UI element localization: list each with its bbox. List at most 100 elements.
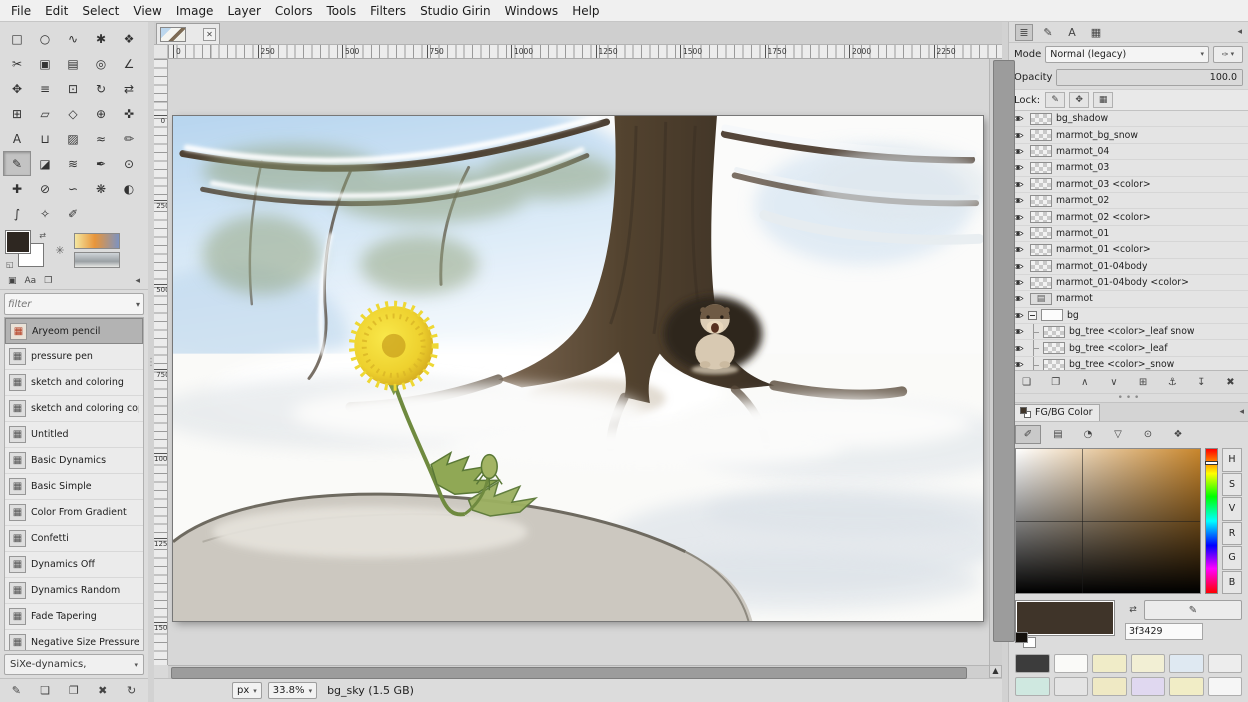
layer-row[interactable]: ▤ bg: [1009, 308, 1248, 324]
layer-name[interactable]: marmot_bg_snow: [1056, 130, 1138, 141]
tab-wheel-selector[interactable]: ▽: [1105, 425, 1131, 444]
heal-tool[interactable]: ✚: [3, 176, 31, 201]
unit-select[interactable]: px ▾: [232, 682, 262, 699]
paintbrush-tool[interactable]: ✎: [3, 151, 31, 176]
eraser-tool[interactable]: ◪: [31, 151, 59, 176]
dock-tab-fonts[interactable]: A: [1063, 24, 1081, 41]
layer-thumbnail[interactable]: [1030, 195, 1052, 207]
navigation-button[interactable]: ▲: [989, 665, 1002, 678]
color-picker-tool[interactable]: ✧: [31, 201, 59, 226]
dock-collapse-icon[interactable]: ◂: [135, 276, 140, 286]
warp-transform-tool[interactable]: ≈: [87, 126, 115, 151]
ellipse-select-tool[interactable]: ○: [31, 26, 59, 51]
layer-name[interactable]: bg_tree <color>_leaf snow: [1069, 326, 1195, 337]
layer-name[interactable]: bg_tree <color>_leaf: [1069, 343, 1168, 354]
lower-layer-button[interactable]: ∨: [1103, 373, 1125, 391]
layer-name[interactable]: marmot_03: [1056, 162, 1109, 173]
canvas-image[interactable]: [173, 116, 983, 621]
zoom-select[interactable]: 33.8% ▾: [268, 682, 317, 699]
layer-name[interactable]: bg: [1067, 310, 1079, 321]
zoom-tool[interactable]: ◎: [87, 51, 115, 76]
dynamics-item[interactable]: ▦ sketch and coloring: [5, 370, 143, 396]
refresh-dynamics-button[interactable]: ↻: [122, 682, 142, 700]
new-layer-button[interactable]: ❏: [1016, 373, 1038, 391]
layer-name[interactable]: marmot_01: [1056, 228, 1109, 239]
layer-row[interactable]: ▤ marmot_01-04body: [1009, 259, 1248, 275]
dynamics-item[interactable]: ▦ Aryeom pencil: [5, 318, 143, 344]
layer-row[interactable]: ▤ bg_shadow: [1009, 111, 1248, 127]
measure-tool[interactable]: ∠: [115, 51, 143, 76]
fuzzy-select-tool[interactable]: ✱: [87, 26, 115, 51]
pencil-tool[interactable]: ✏: [115, 126, 143, 151]
layer-row[interactable]: ▤ marmot: [1009, 291, 1248, 307]
image-tab[interactable]: ✕: [156, 23, 220, 44]
dock-menu-icon[interactable]: ◂: [1237, 27, 1242, 37]
layer-name[interactable]: bg_shadow: [1056, 113, 1108, 124]
dynamics-item[interactable]: ▦ Dynamics Random: [5, 578, 143, 604]
dynamics-item[interactable]: ▦ Negative Size Pressure: [5, 630, 143, 651]
lock-pixels-toggle[interactable]: ✎: [1045, 92, 1065, 108]
swap-colors-icon[interactable]: ⇄: [39, 231, 46, 240]
handle-transform-tool[interactable]: ⊕: [87, 101, 115, 126]
saturation-value-square[interactable]: [1015, 448, 1201, 594]
dynamics-item[interactable]: ▦ sketch and coloring copy: [5, 396, 143, 422]
palette-swatch[interactable]: [1015, 677, 1050, 696]
palette-swatch[interactable]: [1208, 677, 1243, 696]
layer-name[interactable]: marmot_01 <color>: [1056, 244, 1151, 255]
layer-row[interactable]: ▤ marmot_02: [1009, 193, 1248, 209]
menu-item[interactable]: Help: [565, 1, 606, 21]
channel-button[interactable]: G: [1222, 546, 1242, 570]
images-tab[interactable]: ▣: [8, 276, 17, 286]
smudge-tool[interactable]: ❋: [87, 176, 115, 201]
dock-tab-brushes[interactable]: ✎: [1039, 24, 1057, 41]
unified-transform-tool[interactable]: ⊡: [59, 76, 87, 101]
gradient-thumbnail[interactable]: [74, 233, 120, 249]
current-color-swatch[interactable]: [1015, 600, 1115, 636]
rotate-tool[interactable]: ↻: [87, 76, 115, 101]
tab-watercolor-selector[interactable]: ◔: [1075, 425, 1101, 444]
bucket-fill-tool[interactable]: ⊔: [31, 126, 59, 151]
new-group-button[interactable]: ❐: [1045, 373, 1067, 391]
document-history-tab[interactable]: ❒: [44, 276, 52, 286]
layer-name[interactable]: marmot_01-04body <color>: [1056, 277, 1189, 288]
dynamics-item[interactable]: ▦ Dynamics Off: [5, 552, 143, 578]
vertical-scrollbar-thumb[interactable]: [993, 60, 1015, 642]
dock-menu-icon[interactable]: ◂: [1239, 407, 1244, 417]
delete-layer-button[interactable]: ✖: [1219, 373, 1241, 391]
channel-button[interactable]: V: [1222, 497, 1242, 521]
foreground-select-tool[interactable]: ▣: [31, 51, 59, 76]
group-expander[interactable]: [1028, 311, 1037, 320]
pattern-thumbnail[interactable]: [74, 252, 120, 268]
ink-tool[interactable]: ✒: [87, 151, 115, 176]
channel-button[interactable]: S: [1222, 473, 1242, 497]
menu-item[interactable]: View: [126, 1, 168, 21]
layer-thumbnail[interactable]: [1030, 227, 1052, 239]
swap-colors-icon[interactable]: ⇄: [1125, 601, 1141, 619]
layer-row[interactable]: ▤ bg_tree <color>_leaf: [1009, 340, 1248, 356]
tab-printer-selector[interactable]: ⊙: [1135, 425, 1161, 444]
crop-tool[interactable]: ▤: [59, 51, 87, 76]
delete-dynamics-button[interactable]: ✖: [93, 682, 113, 700]
clone-tool[interactable]: ⊙: [115, 151, 143, 176]
menu-item[interactable]: Image: [169, 1, 221, 21]
dynamics-item[interactable]: ▦ Untitled: [5, 422, 143, 448]
hue-slider[interactable]: [1205, 448, 1218, 594]
layer-thumbnail[interactable]: [1030, 113, 1052, 125]
tab-gimp-selector[interactable]: ✐: [1015, 425, 1041, 444]
channel-button[interactable]: R: [1222, 522, 1242, 546]
perspective-tool[interactable]: ◇: [59, 101, 87, 126]
layer-thumbnail[interactable]: [1030, 129, 1052, 141]
perspective-clone-tool[interactable]: ⊘: [31, 176, 59, 201]
menu-item[interactable]: Tools: [320, 1, 364, 21]
dynamics-item[interactable]: ▦ Color From Gradient: [5, 500, 143, 526]
layer-thumbnail[interactable]: [1030, 244, 1052, 256]
dynamics-item[interactable]: ▦ Confetti: [5, 526, 143, 552]
vertical-scrollbar[interactable]: [989, 59, 1002, 665]
menu-item[interactable]: Windows: [498, 1, 566, 21]
layer-row[interactable]: ▤ bg_tree <color>_leaf snow: [1009, 324, 1248, 340]
layer-name[interactable]: marmot_03 <color>: [1056, 179, 1151, 190]
layer-row[interactable]: ▤ marmot_01: [1009, 226, 1248, 242]
dock-splitter[interactable]: • • •: [1009, 393, 1248, 402]
palette-swatch[interactable]: [1208, 654, 1243, 673]
mypaint-brush-tool[interactable]: ✐: [59, 201, 87, 226]
